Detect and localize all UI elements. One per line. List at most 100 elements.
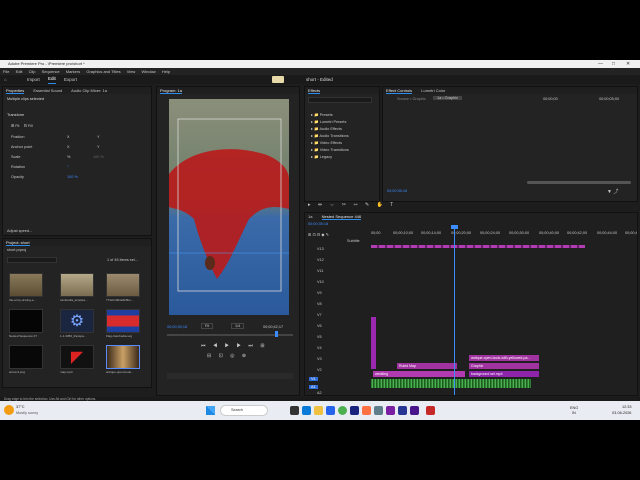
clock-time[interactable]: 12:33: [622, 405, 632, 409]
transport-controls[interactable]: ⏮ ◀ ▶ ▶ ⏭ ⊞: [201, 343, 268, 349]
premiere-taskbar-icon[interactable]: [398, 406, 407, 415]
tab-project[interactable]: Project: short: [6, 240, 30, 246]
workspace-import[interactable]: Import: [27, 75, 40, 84]
track-v5[interactable]: V5: [317, 335, 322, 339]
anchor-y[interactable]: Y: [97, 145, 100, 149]
tools-bar[interactable]: ▸ ⇹ ⇔ ✂ ⇿ ✎ ✋ T: [308, 202, 396, 208]
thumb-book[interactable]: [106, 345, 140, 369]
photoshop-icon[interactable]: [350, 406, 359, 415]
thumb-army[interactable]: [9, 273, 43, 297]
tab-essential-sound[interactable]: Essential Sound: [33, 88, 62, 93]
timeline-tools[interactable]: ⊞ ⊡ ⊟ ◆ ✎: [308, 232, 329, 237]
clock-date[interactable]: 03-06-2026: [612, 411, 631, 415]
effects-item-video-transitions[interactable]: ▸ 📁 Video Transitions: [311, 147, 349, 152]
clip-antique-book[interactable]: antique-open-book-with-yellowed-pa...: [469, 355, 539, 361]
tab-timeline-1a[interactable]: 1a: [308, 214, 312, 219]
mail-icon[interactable]: [326, 406, 335, 415]
close-icon[interactable]: ✕: [626, 60, 630, 68]
edge-icon[interactable]: [302, 406, 311, 415]
effects-item-lumetri[interactable]: ▸ 📁 Lumetri Presets: [311, 119, 346, 124]
timeline-timecode[interactable]: 00;00;35;18: [308, 222, 328, 226]
track-v11[interactable]: V11: [317, 269, 323, 273]
adjust-speed-link[interactable]: Adjust speed...: [7, 229, 32, 233]
thumb-flag[interactable]: [106, 309, 140, 333]
opacity-value[interactable]: 100 %: [67, 175, 78, 179]
menu-edit[interactable]: Edit: [16, 69, 23, 74]
taskbar-search-input[interactable]: [220, 405, 268, 416]
thumb-7742[interactable]: [106, 273, 140, 297]
resolution-dropdown[interactable]: 1/4: [231, 323, 245, 329]
windows-start-icon[interactable]: [206, 406, 215, 415]
clip-graphic[interactable]: Graphic: [469, 363, 539, 369]
menu-file[interactable]: File: [3, 69, 9, 74]
track-v6[interactable]: V6: [317, 324, 322, 328]
menu-graphics[interactable]: Graphics and Titles: [86, 69, 120, 74]
track-v1[interactable]: V1: [309, 377, 318, 381]
home-icon[interactable]: ⌂: [4, 75, 7, 84]
track-a1[interactable]: A1: [309, 385, 318, 389]
tab-effects[interactable]: Effects: [308, 88, 321, 94]
transport-extra[interactable]: ⊟ ⊡ ◎ ⊕: [207, 353, 249, 359]
lang-label[interactable]: ENG: [570, 406, 578, 410]
tab-properties[interactable]: Properties: [6, 88, 25, 94]
ec-zoom-scroll[interactable]: [527, 181, 631, 184]
scale-height[interactable]: 100 %: [93, 155, 104, 159]
app-icon-4[interactable]: [426, 406, 435, 415]
track-v3[interactable]: V3: [317, 357, 322, 361]
track-v7[interactable]: V7: [317, 313, 322, 317]
thumb-gear[interactable]: ⚙: [60, 309, 94, 333]
program-title[interactable]: Program: 1a: [160, 88, 183, 94]
track-v8[interactable]: V8: [317, 302, 322, 306]
tab-nested-sequence[interactable]: Nested Sequence 446: [321, 214, 362, 220]
timeline-playhead[interactable]: [454, 227, 455, 395]
fit-toggle[interactable]: ⊞ Fit ⊟ Fill: [11, 123, 33, 128]
playhead-handle[interactable]: [451, 225, 458, 229]
clip-wedding[interactable]: wedding: [373, 371, 465, 377]
workspace-export[interactable]: Export: [64, 75, 77, 84]
tab-lumetri-color[interactable]: Lumetri Color: [421, 88, 445, 93]
workspace-edit[interactable]: Edit: [48, 75, 56, 84]
track-v13[interactable]: V13: [317, 247, 324, 251]
rotation-value[interactable]: °: [67, 165, 69, 169]
subtitle-track[interactable]: Subtitle: [347, 239, 360, 243]
app-icon-1[interactable]: [362, 406, 371, 415]
ec-timecode[interactable]: 00;00;35;18: [387, 189, 407, 193]
effects-item-audio-transitions[interactable]: ▸ 📁 Audio Transitions: [311, 133, 349, 138]
audio-waveform-clip[interactable]: [371, 379, 531, 388]
track-v2[interactable]: V2: [317, 368, 322, 372]
clip-ruled-map[interactable]: Ruled Map: [397, 363, 457, 369]
anchor-x[interactable]: X: [67, 145, 70, 149]
thumb-cambodia[interactable]: [60, 273, 94, 297]
tall-clip[interactable]: [371, 317, 376, 369]
position-y[interactable]: Y: [97, 135, 100, 139]
track-a2[interactable]: A2: [317, 391, 322, 395]
ec-target[interactable]: 1a • Graphic: [433, 96, 462, 100]
app-icon-3[interactable]: [386, 406, 395, 415]
after-effects-icon[interactable]: [410, 406, 419, 415]
track-v9[interactable]: V9: [317, 291, 322, 295]
ec-source[interactable]: Source • Graphic: [397, 97, 426, 101]
clip-background[interactable]: background sel.mp4: [469, 371, 539, 377]
program-timecode[interactable]: 00;00;35;18: [167, 325, 187, 329]
menu-help[interactable]: Help: [162, 69, 170, 74]
transform-heading[interactable]: Transform: [7, 113, 24, 117]
menu-window[interactable]: Window: [141, 69, 155, 74]
task-view-icon[interactable]: [290, 406, 299, 415]
track-v4[interactable]: V4: [317, 346, 322, 350]
minimize-icon[interactable]: —: [598, 60, 603, 68]
scale-value[interactable]: %: [67, 155, 70, 159]
effects-search-input[interactable]: [308, 97, 372, 103]
menu-sequence[interactable]: Sequence: [42, 69, 60, 74]
weather-icon[interactable]: [4, 405, 14, 415]
project-search-input[interactable]: [7, 257, 57, 263]
tab-audio-mixer[interactable]: Audio Clip Mixer: 1a: [71, 88, 107, 93]
thumb-nested[interactable]: [9, 309, 43, 333]
tab-effect-controls[interactable]: Effect Controls: [386, 88, 413, 94]
track-v12[interactable]: V12: [317, 258, 324, 262]
maximize-icon[interactable]: □: [612, 60, 615, 68]
menu-clip[interactable]: Clip: [29, 69, 36, 74]
effects-item-video-effects[interactable]: ▸ 📁 Video Effects: [311, 140, 342, 145]
chrome-icon[interactable]: [338, 406, 347, 415]
position-x[interactable]: X: [67, 135, 70, 139]
thumb-map[interactable]: ◤: [60, 345, 94, 369]
